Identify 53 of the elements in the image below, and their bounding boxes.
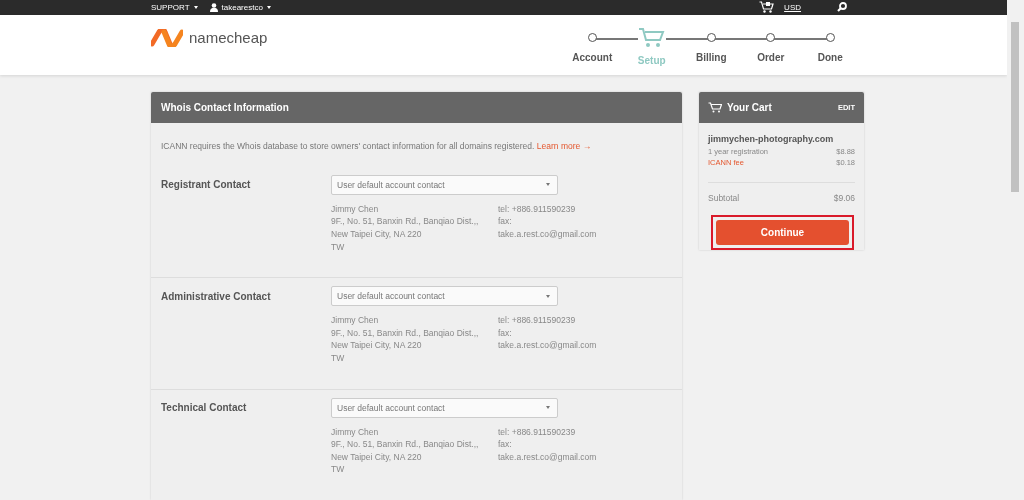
caret-icon <box>546 294 550 298</box>
progress-step[interactable]: Account <box>562 30 622 66</box>
address-line: TW <box>331 352 346 365</box>
fax-text: fax: <box>498 215 513 229</box>
currency-link[interactable]: USD <box>784 2 801 12</box>
continue-button[interactable]: Continue <box>716 219 849 245</box>
subtotal-value: $9.06 <box>833 192 855 203</box>
cart-icon <box>708 101 722 113</box>
logo-text[interactable]: namecheap <box>189 29 268 47</box>
caret-icon <box>266 5 271 9</box>
address-line: 9F., No. 51, Banxin Rd., Banqiao Dist.,, <box>331 438 480 451</box>
contact-dropdown[interactable]: User default account contact <box>331 174 558 195</box>
address-line: 9F., No. 51, Banxin Rd., Banqiao Dist.,, <box>331 215 480 229</box>
search-icon[interactable] <box>837 2 847 13</box>
caret-icon <box>546 183 550 187</box>
logo-icon <box>151 28 183 47</box>
subtotal-label: Subtotal <box>708 192 740 203</box>
user-menu[interactable]: takearestco <box>221 2 263 12</box>
cart-icon[interactable] <box>759 1 775 14</box>
fax-text: fax: <box>498 438 513 451</box>
scrollbar-thumb[interactable] <box>1011 22 1019 192</box>
progress-step[interactable]: Done <box>800 30 860 66</box>
caret-icon <box>546 406 550 410</box>
contact-label: Registrant Contact <box>161 179 252 191</box>
address-line: 9F., No. 51, Banxin Rd., Banqiao Dist.,, <box>331 326 480 340</box>
address-line: New Taipei City, NA 220 <box>331 450 423 464</box>
address-line: TW <box>331 463 346 476</box>
email-text: take.a.rest.co@gmail.com <box>498 228 598 241</box>
contact-label: Technical Contact <box>161 402 248 414</box>
email-text: take.a.rest.co@gmail.com <box>498 450 598 464</box>
address-line: Jimmy Chen <box>331 202 380 216</box>
address-line: TW <box>331 240 346 254</box>
email-text: take.a.rest.co@gmail.com <box>498 339 598 353</box>
user-icon <box>209 2 218 12</box>
progress-step[interactable]: Billing <box>681 30 741 66</box>
address-line: New Taipei City, NA 220 <box>331 339 423 353</box>
address-line: Jimmy Chen <box>331 314 380 327</box>
intro-text: ICANN requires the Whois database to store owners' contact information for all domains registered. Learn more → <box>160 139 593 153</box>
phone-text: tel: +886.911590239 <box>498 202 577 216</box>
address-line: Jimmy Chen <box>331 425 380 439</box>
panel-header: Whois Contact Information <box>151 91 682 123</box>
phone-text: tel: +886.911590239 <box>498 314 577 327</box>
contact-dropdown[interactable]: User default account contact <box>331 286 558 307</box>
fax-text: fax: <box>498 326 513 340</box>
contact-label: Administrative Contact <box>161 290 272 302</box>
domain-name: jimmychen-photography.com <box>708 133 835 144</box>
contact-dropdown[interactable]: User default account contact <box>331 397 558 418</box>
address-line: New Taipei City, NA 220 <box>331 228 423 241</box>
phone-text: tel: +886.911590239 <box>498 425 577 439</box>
caret-icon <box>193 5 198 9</box>
cart-title: Your Cart <box>727 101 772 113</box>
progress-step[interactable]: Order <box>741 30 801 66</box>
support-menu[interactable]: SUPPORT <box>151 2 190 12</box>
